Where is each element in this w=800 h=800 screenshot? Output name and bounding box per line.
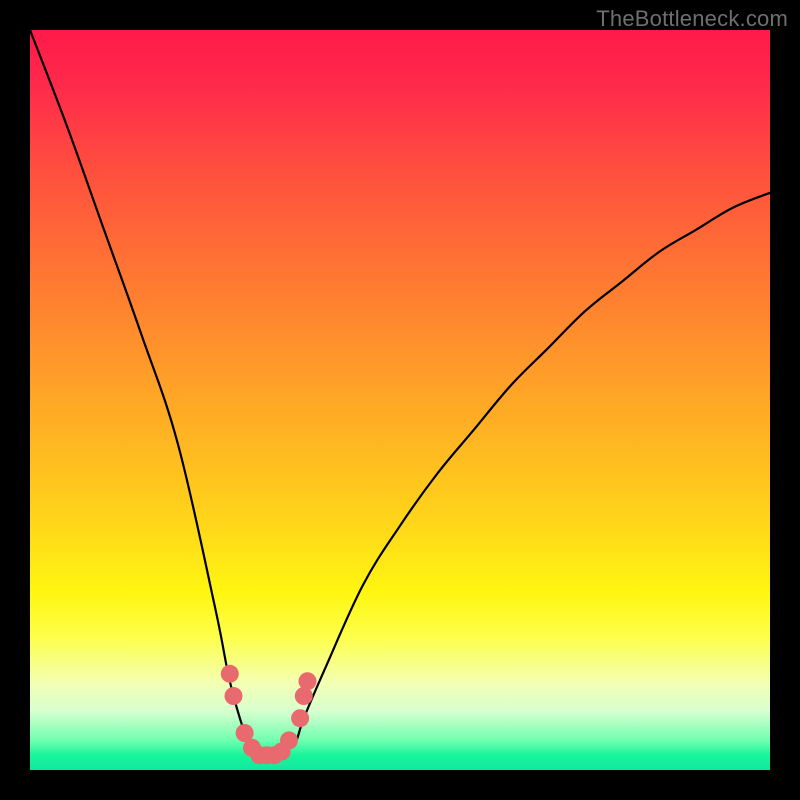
valley-marker-group: [221, 665, 317, 764]
valley-marker: [221, 665, 239, 683]
valley-marker: [225, 687, 243, 705]
chart-svg: [30, 30, 770, 770]
plot-area: [30, 30, 770, 770]
bottleneck-curve: [30, 30, 770, 756]
watermark-label: TheBottleneck.com: [596, 6, 788, 32]
valley-marker: [291, 709, 309, 727]
valley-marker: [299, 672, 317, 690]
chart-container: TheBottleneck.com: [0, 0, 800, 800]
valley-marker: [280, 731, 298, 749]
